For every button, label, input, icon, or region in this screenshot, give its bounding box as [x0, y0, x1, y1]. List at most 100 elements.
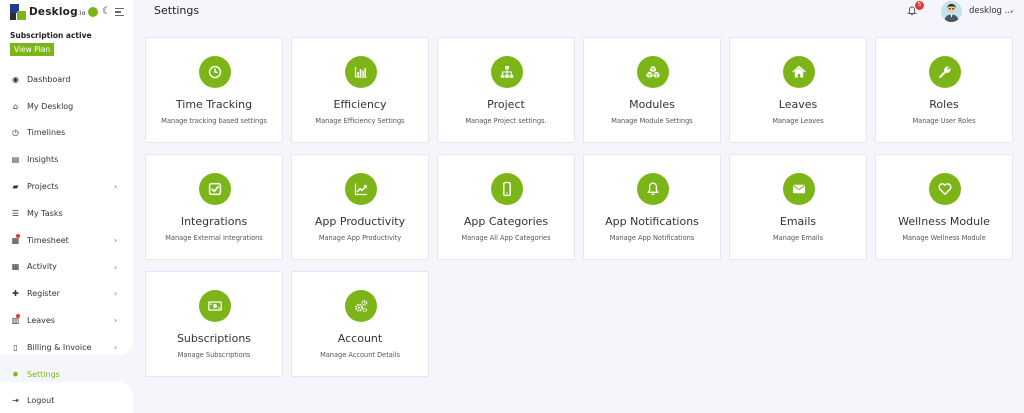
chevron-right-icon: ›: [114, 289, 118, 299]
card-description: Manage Leaves: [772, 117, 824, 125]
sidebar-item-label: Dashboard: [27, 74, 71, 84]
card-icon-badge: [637, 56, 669, 88]
envelope-icon: [792, 184, 806, 194]
settings-card-efficiency[interactable]: Efficiency Manage Efficiency Settings: [291, 37, 429, 143]
card-description: Manage Emails: [772, 234, 824, 242]
sidebar-item-label: Timelines: [27, 128, 66, 138]
settings-card-wellness-module[interactable]: Wellness Module Manage Wellness Module: [875, 154, 1013, 260]
chevron-right-icon: ›: [114, 182, 118, 192]
sidebar-item-leaves[interactable]: ▥ Leaves ›: [0, 307, 133, 334]
gears-icon: [355, 299, 368, 313]
settings-card-time-tracking[interactable]: Time Tracking Manage tracking based setti…: [145, 37, 283, 143]
view-plan-button[interactable]: View Plan: [10, 43, 55, 56]
sidebar-item-label: Settings: [27, 369, 60, 379]
cubes-icon: [646, 66, 660, 78]
home-icon: ⌂: [12, 101, 19, 111]
card-icon-badge: [345, 173, 377, 205]
sidebar-item-insights[interactable]: ▤ Insights: [0, 146, 133, 173]
card-title: Time Tracking: [175, 98, 253, 111]
card-title: Project: [487, 98, 525, 111]
sidebar-item-label: My Tasks: [27, 208, 63, 218]
card-title: App Categories: [463, 215, 549, 228]
sidebar: Desklog.io ☾ Subscription active View Pl…: [0, 0, 133, 413]
plus-icon: ✚: [12, 289, 19, 299]
settings-card-app-categories[interactable]: App Categories Manage All App Categories: [437, 154, 575, 260]
sidebar-item-label: Billing & Invoice: [27, 342, 92, 352]
card-icon-badge: [199, 56, 231, 88]
sidebar-item-label: Projects: [27, 182, 59, 192]
sidebar-item-my-tasks[interactable]: ☰ My Tasks: [0, 200, 133, 227]
card-title: Efficiency: [333, 98, 387, 111]
line-chart-icon: [354, 183, 367, 196]
settings-card-roles[interactable]: Roles Manage User Roles: [875, 37, 1013, 143]
sitemap-icon: [500, 66, 514, 78]
card-title: Emails: [779, 215, 817, 228]
card-icon-badge: [491, 56, 523, 88]
card-description: Manage Module Settings: [611, 117, 693, 125]
bell-icon: [647, 182, 659, 196]
sidebar-item-my-desklog[interactable]: ⌂ My Desklog: [0, 93, 133, 120]
settings-card-project[interactable]: Project Manage Project settings.: [437, 37, 575, 143]
chevron-right-icon: ›: [114, 342, 118, 352]
bar-chart-icon: [354, 67, 367, 78]
card-icon-badge: [783, 173, 815, 205]
sidebar-item-timesheet[interactable]: ▦ Timesheet ›: [0, 227, 133, 254]
chevron-down-icon[interactable]: ⌄: [1009, 6, 1015, 14]
settings-card-integrations[interactable]: Integrations Manage External Integrations: [145, 154, 283, 260]
settings-card-modules[interactable]: Modules Manage Module Settings: [583, 37, 721, 143]
chevron-right-icon: ›: [114, 235, 118, 245]
card-title: Wellness Module: [898, 215, 990, 228]
sidebar-item-label: Insights: [27, 155, 59, 165]
money-bill-icon: [208, 301, 222, 311]
settings-card-leaves[interactable]: Leaves Manage Leaves: [729, 37, 867, 143]
sidebar-item-settings[interactable]: ✹ Settings: [0, 361, 133, 388]
moon-icon[interactable]: ☾: [102, 7, 111, 17]
settings-card-app-productivity[interactable]: App Productivity Manage App Productivity: [291, 154, 429, 260]
sidebar-item-dashboard[interactable]: ◉ Dashboard: [0, 66, 133, 93]
mobile-icon: [503, 181, 511, 197]
settings-card-emails[interactable]: Emails Manage Emails: [729, 154, 867, 260]
card-description: Manage All App Categories: [461, 234, 551, 242]
wrench-icon: [939, 66, 951, 78]
sidebar-item-register[interactable]: ✚ Register ›: [0, 280, 133, 307]
sidebar-item-activity[interactable]: ▦ Activity ›: [0, 254, 133, 281]
card-icon-badge: [491, 173, 523, 205]
menu-collapse-icon[interactable]: [114, 8, 124, 16]
card-description: Manage Efficiency Settings: [315, 117, 405, 125]
card-title: App Notifications: [605, 215, 699, 228]
sidebar-item-billing-invoice[interactable]: ▯ Billing & Invoice ›: [0, 334, 133, 361]
settings-card-subscriptions[interactable]: Subscriptions Manage Subscriptions: [145, 271, 283, 377]
sidebar-item-projects[interactable]: ▰ Projects ›: [0, 173, 133, 200]
card-icon-badge: [345, 290, 377, 322]
invoice-icon: ▯: [13, 342, 18, 352]
avatar[interactable]: [941, 1, 962, 22]
card-description: Manage Subscriptions: [177, 351, 251, 359]
chevron-right-icon: ›: [114, 262, 118, 272]
card-icon-badge: [199, 290, 231, 322]
sidebar-item-label: Leaves: [27, 316, 55, 326]
card-title: Leaves: [778, 98, 818, 111]
chevron-right-icon: ›: [114, 316, 118, 326]
card-icon-badge: [929, 56, 961, 88]
card-description: Manage tracking based settings: [161, 117, 267, 125]
folder-icon: ▰: [12, 182, 19, 192]
sidebar-item-logout[interactable]: ⇥ Logout: [0, 388, 133, 413]
card-icon-badge: [345, 56, 377, 88]
logout-icon: ⇥: [12, 396, 19, 406]
card-title: Subscriptions: [176, 332, 252, 345]
notification-dot: [16, 233, 20, 238]
card-description: Manage Wellness Module: [902, 234, 986, 242]
logo[interactable]: Desklog.io: [10, 4, 86, 20]
card-description: Manage App Productivity: [318, 234, 402, 242]
settings-card-app-notifications[interactable]: App Notifications Manage App Notification…: [583, 154, 721, 260]
theme-light-toggle[interactable]: [88, 7, 98, 17]
user-name[interactable]: desklog ...: [969, 6, 1013, 16]
book-icon: ▤: [11, 155, 20, 165]
subscription-status: Subscription active: [10, 31, 92, 40]
settings-card-account[interactable]: Account Manage Account Details: [291, 271, 429, 377]
card-icon-badge: [199, 173, 231, 205]
sidebar-item-timelines[interactable]: ◷ Timelines: [0, 120, 133, 147]
sidebar-item-label: Register: [27, 289, 60, 299]
card-title: Integrations: [180, 215, 248, 228]
notification-count-badge: 5: [915, 1, 924, 10]
